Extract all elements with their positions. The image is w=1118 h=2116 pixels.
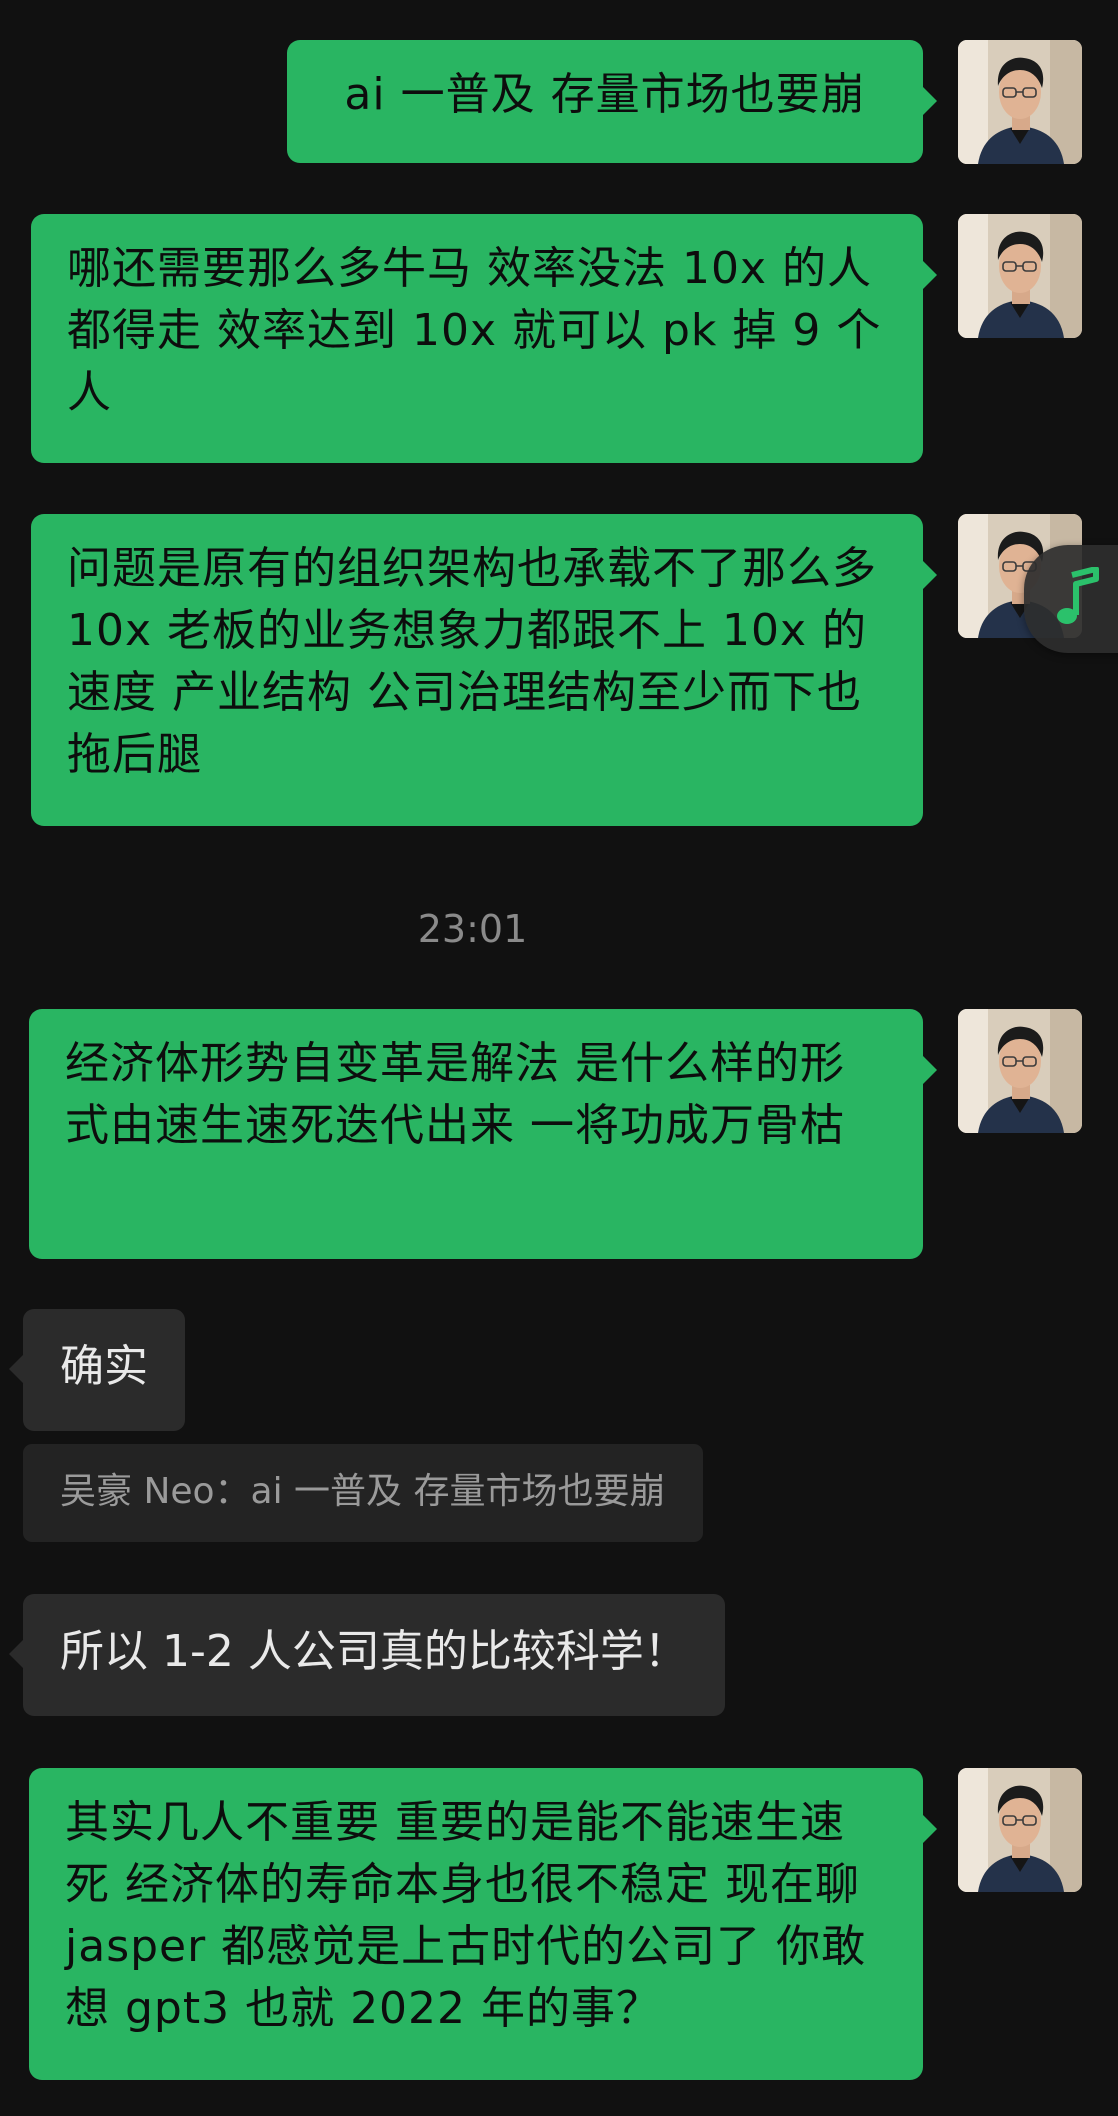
avatar[interactable] bbox=[958, 40, 1082, 164]
message-bubble-outgoing[interactable]: 哪还需要那么多牛马 效率没法 10x 的人都得走 效率达到 10x 就可以 pk… bbox=[31, 214, 937, 463]
message-text: 其实几人不重要 重要的是能不能速生速死 经济体的寿命本身也很不稳定 现在聊 ja… bbox=[65, 1797, 867, 2034]
quoted-message[interactable]: 吴豪 Neo：ai 一普及 存量市场也要崩 bbox=[23, 1444, 703, 1542]
quote-text: 吴豪 Neo：ai 一普及 存量市场也要崩 bbox=[60, 1471, 666, 1512]
message-bubble-outgoing[interactable]: 问题是原有的组织架构也承载不了那么多 10x 老板的业务想象力都跟不上 10x … bbox=[31, 514, 937, 826]
avatar[interactable] bbox=[958, 214, 1082, 338]
avatar[interactable] bbox=[958, 1009, 1082, 1133]
message-text: 经济体形势自变革是解法 是什么样的形式由速生速死迭代出来 一将功成万骨枯 bbox=[65, 1038, 845, 1151]
avatar[interactable] bbox=[958, 1768, 1082, 1892]
avatar-icon bbox=[958, 1009, 1082, 1133]
avatar-icon bbox=[958, 1768, 1082, 1892]
message-bubble-outgoing[interactable]: ai 一普及 存量市场也要崩 bbox=[287, 40, 937, 163]
chat-thread[interactable]: ai 一普及 存量市场也要崩 哪还需要那么多牛马 效率没法 10x 的人都得走 … bbox=[0, 0, 1118, 2116]
message-text: 问题是原有的组织架构也承载不了那么多 10x 老板的业务想象力都跟不上 10x … bbox=[67, 543, 877, 780]
avatar-icon bbox=[958, 40, 1082, 164]
message-text: 哪还需要那么多牛马 效率没法 10x 的人都得走 效率达到 10x 就可以 pk… bbox=[67, 243, 882, 418]
message-text: 所以 1-2 人公司真的比较科学！ bbox=[60, 1626, 688, 1677]
floating-music-widget[interactable] bbox=[1024, 545, 1118, 653]
message-bubble-outgoing[interactable]: 经济体形势自变革是解法 是什么样的形式由速生速死迭代出来 一将功成万骨枯 bbox=[29, 1009, 937, 1259]
message-bubble-incoming[interactable]: 确实 bbox=[9, 1309, 185, 1431]
music-note-icon bbox=[1057, 567, 1099, 624]
timestamp: 23:01 bbox=[417, 907, 528, 951]
avatar-icon bbox=[958, 214, 1082, 338]
message-bubble-incoming[interactable]: 所以 1-2 人公司真的比较科学！ bbox=[9, 1594, 725, 1716]
message-text: ai 一普及 存量市场也要崩 bbox=[344, 69, 866, 120]
message-bubble-outgoing[interactable]: 其实几人不重要 重要的是能不能速生速死 经济体的寿命本身也很不稳定 现在聊 ja… bbox=[29, 1768, 937, 2080]
message-text: 确实 bbox=[60, 1341, 148, 1392]
